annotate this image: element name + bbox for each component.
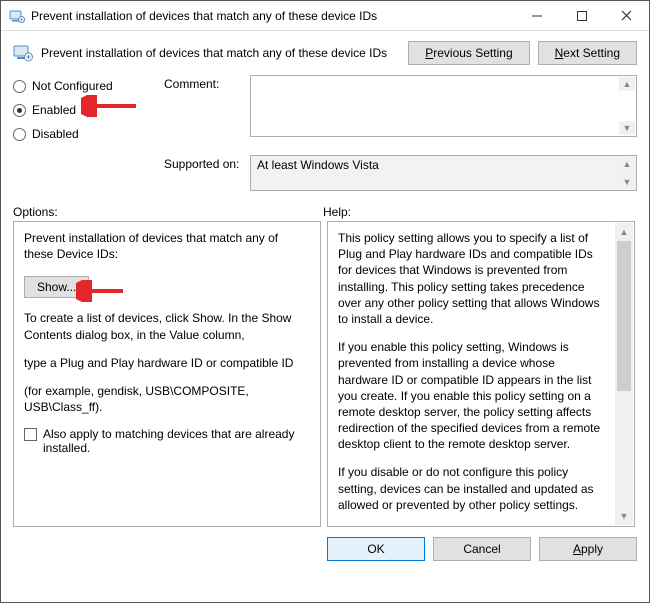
scroll-down-icon[interactable]: ▼ [619,175,635,189]
scroll-up-icon[interactable]: ▲ [615,223,633,241]
comment-textarea[interactable]: ▲ ▼ [250,75,637,137]
help-scrollbar[interactable]: ▲ ▼ [615,223,633,525]
radio-not-configured[interactable]: Not Configured [13,79,158,93]
show-button[interactable]: Show... [24,276,89,298]
radio-enabled[interactable]: Enabled [13,103,158,117]
window-controls [514,1,649,30]
radio-label: Disabled [32,127,79,141]
minimize-button[interactable] [514,1,559,30]
help-panel: This policy setting allows you to specif… [327,221,635,527]
radio-disabled[interactable]: Disabled [13,127,158,141]
help-paragraph-2: If you enable this policy setting, Windo… [338,339,608,452]
title-bar: Prevent installation of devices that mat… [1,1,649,31]
state-radio-group: Not Configured Enabled Disabled [13,75,158,151]
options-panel: Prevent installation of devices that mat… [13,221,321,527]
options-text-3: (for example, gendisk, USB\COMPOSITE, US… [24,383,310,415]
scroll-up-icon[interactable]: ▲ [619,77,635,91]
radio-icon [13,80,26,93]
close-button[interactable] [604,1,649,30]
options-text-2: type a Plug and Play hardware ID or comp… [24,355,310,371]
upper-grid: Not Configured Enabled Disabled Comment:… [13,75,637,191]
next-setting-button[interactable]: Next Setting [538,41,637,65]
supported-on-box: At least Windows Vista ▲ ▼ [250,155,637,191]
comment-label: Comment: [164,75,244,91]
ok-button[interactable]: OK [327,537,425,561]
scroll-down-icon[interactable]: ▼ [619,121,635,135]
scroll-up-icon[interactable]: ▲ [619,157,635,171]
header-title: Prevent installation of devices that mat… [41,46,400,60]
cancel-button[interactable]: Cancel [433,537,531,561]
comment-scroll[interactable]: ▲ ▼ [619,77,635,135]
supported-on-value: At least Windows Vista [257,158,379,172]
radio-label: Not Configured [32,79,113,93]
radio-icon [13,104,26,117]
apply-button[interactable]: Apply [539,537,637,561]
previous-setting-button[interactable]: Previous Setting [408,41,529,65]
scroll-down-icon[interactable]: ▼ [615,507,633,525]
also-apply-checkbox-row[interactable]: Also apply to matching devices that are … [24,427,310,455]
help-paragraph-1: This policy setting allows you to specif… [338,230,608,327]
help-paragraph-3: If you disable or do not configure this … [338,464,608,513]
scroll-thumb[interactable] [617,241,631,391]
checkbox-icon[interactable] [24,428,37,441]
app-icon [9,8,25,24]
radio-icon [13,128,26,141]
header-row: Prevent installation of devices that mat… [13,39,637,75]
dialog-footer: OK Cancel Apply [1,527,649,571]
supported-on-label: Supported on: [164,155,244,171]
policy-icon [13,43,33,63]
help-label: Help: [323,205,351,219]
supported-scroll[interactable]: ▲ ▼ [619,157,635,189]
scroll-track[interactable] [615,241,633,507]
options-heading: Prevent installation of devices that mat… [24,230,310,262]
options-text-1: To create a list of devices, click Show.… [24,310,310,342]
window-title: Prevent installation of devices that mat… [31,9,514,23]
radio-label: Enabled [32,103,76,117]
options-label: Options: [13,205,323,219]
checkbox-label: Also apply to matching devices that are … [43,427,310,455]
maximize-button[interactable] [559,1,604,30]
